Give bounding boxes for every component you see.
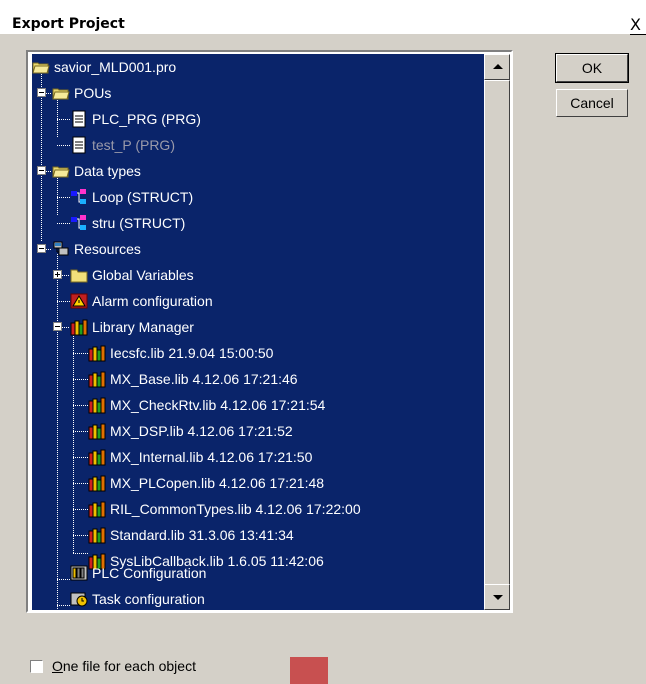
tree-item-test-p[interactable]: test_P (PRG) [32, 132, 484, 158]
tree-item-library[interactable]: MX_DSP.lib 4.12.06 17:21:52 [32, 418, 484, 444]
window-title: Export Project [12, 16, 125, 32]
arrow-down-icon [493, 595, 503, 600]
library-icon [70, 319, 88, 336]
library-icon [88, 475, 106, 492]
folder-open-icon [32, 62, 50, 74]
tree-item-library[interactable]: MX_Base.lib 4.12.06 17:21:46 [32, 366, 484, 392]
alarm-icon [70, 293, 88, 309]
tree-item-alarm-configuration[interactable]: Alarm configuration [32, 288, 484, 314]
scrollbar-thumb[interactable] [484, 80, 510, 596]
tree-item-stru-struct[interactable]: stru (STRUCT) [32, 210, 484, 236]
folder-open-icon [52, 88, 70, 100]
folder-closed-icon [70, 269, 88, 283]
library-icon [88, 449, 106, 466]
collapse-icon[interactable] [37, 166, 46, 175]
library-icon [88, 423, 106, 440]
tree-item-global-variables[interactable]: Global Variables [32, 262, 484, 288]
document-icon [72, 136, 86, 154]
ok-button[interactable]: OK [555, 53, 629, 83]
arrow-up-icon [493, 64, 503, 69]
library-icon [88, 527, 106, 544]
tree-item-pous[interactable]: POUs [32, 80, 484, 106]
tree-item-library[interactable]: MX_CheckRtv.lib 4.12.06 17:21:54 [32, 392, 484, 418]
task-config-icon [70, 592, 88, 607]
tree-item-library[interactable]: MX_Internal.lib 4.12.06 17:21:50 [32, 444, 484, 470]
red-marker [290, 657, 328, 684]
one-file-label: One file for each object [52, 658, 196, 674]
struct-icon [71, 189, 86, 204]
library-icon [88, 397, 106, 414]
tree-item-task-configuration[interactable]: Task configuration [32, 586, 484, 610]
expand-icon[interactable] [53, 270, 62, 279]
library-icon [88, 345, 106, 362]
library-icon [88, 371, 106, 388]
collapse-icon[interactable] [37, 88, 46, 97]
resources-icon [53, 241, 69, 256]
tree-scrollbar[interactable] [484, 54, 510, 610]
close-icon[interactable]: X [630, 16, 646, 35]
tree-item-library[interactable]: MX_PLCopen.lib 4.12.06 17:21:48 [32, 470, 484, 496]
tree-item-resources[interactable]: Resources [32, 236, 484, 262]
cancel-button[interactable]: Cancel [556, 89, 628, 117]
tree-item-plc-prg[interactable]: PLC_PRG (PRG) [32, 106, 484, 132]
collapse-icon[interactable] [53, 322, 62, 331]
tree-item-data-types[interactable]: Data types [32, 158, 484, 184]
struct-icon [71, 215, 86, 230]
document-icon [72, 110, 86, 128]
plc-config-icon [70, 565, 88, 581]
tree-item-library[interactable]: Standard.lib 31.3.06 13:41:34 [32, 522, 484, 548]
tree-item-loop-struct[interactable]: Loop (STRUCT) [32, 184, 484, 210]
library-icon [88, 501, 106, 518]
title-bar: Export Project X [0, 0, 646, 35]
collapse-icon[interactable] [37, 244, 46, 253]
tree-item-project[interactable]: savior_MLD001.pro [32, 54, 484, 80]
one-file-checkbox[interactable] [30, 660, 43, 673]
scroll-down-button[interactable] [484, 584, 510, 610]
tree-item-plc-configuration[interactable]: PLC Configuration [32, 560, 484, 586]
project-tree[interactable]: savior_MLD001.pro POUs PLC_PRG (PRG) tes… [32, 54, 484, 610]
tree-item-library[interactable]: RIL_CommonTypes.lib 4.12.06 17:22:00 [32, 496, 484, 522]
tree-item-library[interactable]: Iecsfc.lib 21.9.04 15:00:50 [32, 340, 484, 366]
folder-open-icon [52, 166, 70, 178]
scroll-up-button[interactable] [484, 54, 510, 80]
tree-item-library-manager[interactable]: Library Manager [32, 314, 484, 340]
